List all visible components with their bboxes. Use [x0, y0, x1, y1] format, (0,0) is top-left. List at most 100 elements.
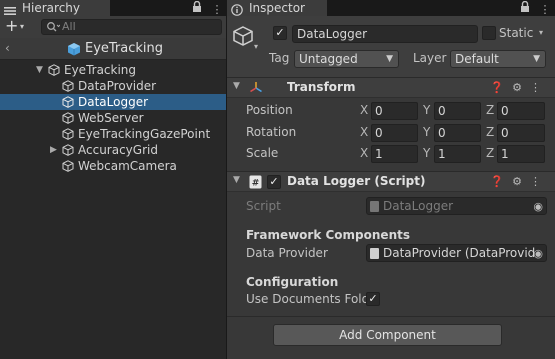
- layer-label: Layer: [413, 51, 447, 65]
- help-icon[interactable]: ❓: [490, 175, 512, 188]
- tree-item-accuracygrid[interactable]: ▶ AccuracyGrid: [0, 142, 226, 158]
- icon-dropdown-caret-icon[interactable]: ▾: [254, 42, 258, 51]
- position-y-label[interactable]: Y: [423, 103, 430, 117]
- position-x-field[interactable]: 0: [371, 102, 418, 120]
- gameobject-cube-icon: [62, 144, 74, 156]
- rotation-y-field[interactable]: 0: [434, 124, 481, 142]
- scene-title: EyeTracking: [85, 41, 164, 56]
- back-arrow-icon[interactable]: ‹: [5, 41, 10, 55]
- inspector-panel: Inspector ⋮ ▾ ✓ DataLogger Static ▾ Tag …: [227, 0, 555, 359]
- tree-item-label: DataProvider: [78, 79, 157, 93]
- rotation-x-label[interactable]: X: [360, 125, 368, 139]
- gameobject-large-icon: [232, 25, 254, 50]
- use-documents-folder-label: Use Documents Folde: [246, 292, 377, 306]
- component-header-icons: ❓⚙⋮: [490, 175, 549, 188]
- gameobject-cube-icon: [62, 160, 74, 172]
- tree-item-datalogger[interactable]: DataLogger: [0, 94, 226, 110]
- tag-dropdown[interactable]: Untagged ▼: [294, 50, 399, 68]
- presets-sliders-icon[interactable]: ⚙: [512, 81, 530, 94]
- transform-title: Transform: [287, 80, 356, 94]
- configuration-heading: Configuration: [246, 275, 339, 289]
- tree-item-dataprovider[interactable]: DataProvider: [0, 78, 226, 94]
- position-z-label[interactable]: Z: [486, 103, 494, 117]
- create-dropdown-caret-icon[interactable]: ▾: [20, 22, 24, 31]
- gameobject-cube-icon: [62, 96, 74, 108]
- static-dropdown-caret-icon[interactable]: ▾: [539, 28, 543, 37]
- position-x-label[interactable]: X: [360, 103, 368, 117]
- position-label: Position: [246, 103, 293, 117]
- script-field: DataLogger ◉: [366, 197, 547, 215]
- chevron-down-icon: ▼: [386, 54, 393, 64]
- tree-item-eyetracking[interactable]: ▼ EyeTracking: [0, 62, 226, 78]
- tree-item-webcamcamera[interactable]: WebcamCamera: [0, 158, 226, 174]
- data-provider-label: Data Provider: [246, 246, 328, 260]
- gameobject-header: ▾ ✓ DataLogger Static ▾ Tag Untagged ▼ L…: [227, 16, 555, 78]
- add-component-button[interactable]: Add Component: [273, 324, 502, 346]
- svg-text:#: #: [252, 179, 260, 189]
- script-file-icon: [370, 248, 379, 259]
- context-menu-icon[interactable]: ⋮: [530, 81, 549, 94]
- rotation-z-field[interactable]: 0: [497, 124, 545, 142]
- gameobject-cube-icon: [62, 80, 74, 92]
- static-checkbox[interactable]: [482, 26, 496, 40]
- inspector-tabbar: Inspector ⋮: [227, 0, 555, 16]
- object-picker-icon: ◉: [533, 200, 543, 213]
- tab-inspector[interactable]: Inspector: [227, 0, 327, 16]
- tree-item-label: EyeTracking: [64, 63, 137, 77]
- scale-x-field[interactable]: 1: [371, 145, 418, 163]
- script-component-title: Data Logger (Script): [287, 174, 426, 188]
- tree-item-webserver[interactable]: WebServer: [0, 110, 226, 126]
- layer-dropdown[interactable]: Default ▼: [450, 50, 546, 68]
- fold-arrow-icon[interactable]: ▼: [233, 175, 240, 185]
- rotation-x-field[interactable]: 0: [371, 124, 418, 142]
- scale-y-field[interactable]: 1: [434, 145, 481, 163]
- tree-item-label: AccuracyGrid: [78, 143, 158, 157]
- script-value: DataLogger: [383, 199, 454, 213]
- search-icon: [46, 21, 61, 36]
- collapse-arrow-icon[interactable]: ▶: [50, 142, 57, 158]
- data-provider-field[interactable]: DataProvider (DataProvid ◉: [366, 244, 547, 262]
- hierarchy-tabbar: Hierarchy ⋮: [0, 0, 226, 16]
- object-picker-icon[interactable]: ◉: [533, 246, 543, 261]
- active-checkbox[interactable]: ✓: [273, 26, 287, 40]
- scale-z-field[interactable]: 1: [497, 145, 545, 163]
- expand-arrow-icon[interactable]: ▼: [36, 62, 43, 78]
- position-z-field[interactable]: 0: [497, 102, 545, 120]
- prefab-cube-icon: [67, 42, 81, 59]
- help-icon[interactable]: ❓: [490, 81, 512, 94]
- rotation-z-label[interactable]: Z: [486, 125, 494, 139]
- script-enabled-checkbox[interactable]: ✓: [267, 175, 281, 189]
- component-divider: [227, 316, 555, 317]
- fold-arrow-icon[interactable]: ▼: [233, 81, 240, 91]
- context-menu-icon[interactable]: ⋮: [530, 175, 549, 188]
- position-y-field[interactable]: 0: [434, 102, 481, 120]
- tree-item-label: WebServer: [78, 111, 144, 125]
- framework-components-heading: Framework Components: [246, 228, 410, 242]
- chevron-down-icon: ▼: [533, 54, 540, 64]
- lock-icon[interactable]: [192, 0, 206, 16]
- scale-x-label[interactable]: X: [360, 146, 368, 160]
- more-options-icon[interactable]: ⋮: [212, 3, 223, 16]
- presets-sliders-icon[interactable]: ⚙: [512, 175, 530, 188]
- script-component-header[interactable]: ▼ # ✓ Data Logger (Script) ❓⚙⋮: [227, 171, 555, 192]
- use-documents-folder-checkbox[interactable]: ✓: [366, 292, 380, 306]
- gameobject-cube-icon: [62, 128, 74, 140]
- lock-icon[interactable]: [520, 0, 534, 16]
- transform-header[interactable]: ▼ Transform ❓⚙⋮: [227, 77, 555, 98]
- hierarchy-search-input[interactable]: All: [41, 19, 222, 35]
- hierarchy-tab-label: Hierarchy: [22, 1, 81, 15]
- tree-item-eyetrackinggazepoint[interactable]: EyeTrackingGazePoint: [0, 126, 226, 142]
- scene-header[interactable]: ‹ EyeTracking: [0, 38, 226, 60]
- scale-z-label[interactable]: Z: [486, 146, 494, 160]
- rotation-y-label[interactable]: Y: [423, 125, 430, 139]
- scale-y-label[interactable]: Y: [423, 146, 430, 160]
- transform-icon: [249, 81, 263, 98]
- layer-value: Default: [455, 52, 499, 66]
- object-name-field[interactable]: DataLogger: [292, 25, 478, 43]
- more-options-icon[interactable]: ⋮: [540, 3, 551, 16]
- info-icon: [231, 3, 245, 16]
- tab-hierarchy[interactable]: Hierarchy: [0, 0, 110, 16]
- inspector-tab-controls: ⋮: [520, 0, 551, 16]
- csharp-script-icon: #: [249, 175, 262, 192]
- create-plus-icon[interactable]: +: [5, 18, 18, 34]
